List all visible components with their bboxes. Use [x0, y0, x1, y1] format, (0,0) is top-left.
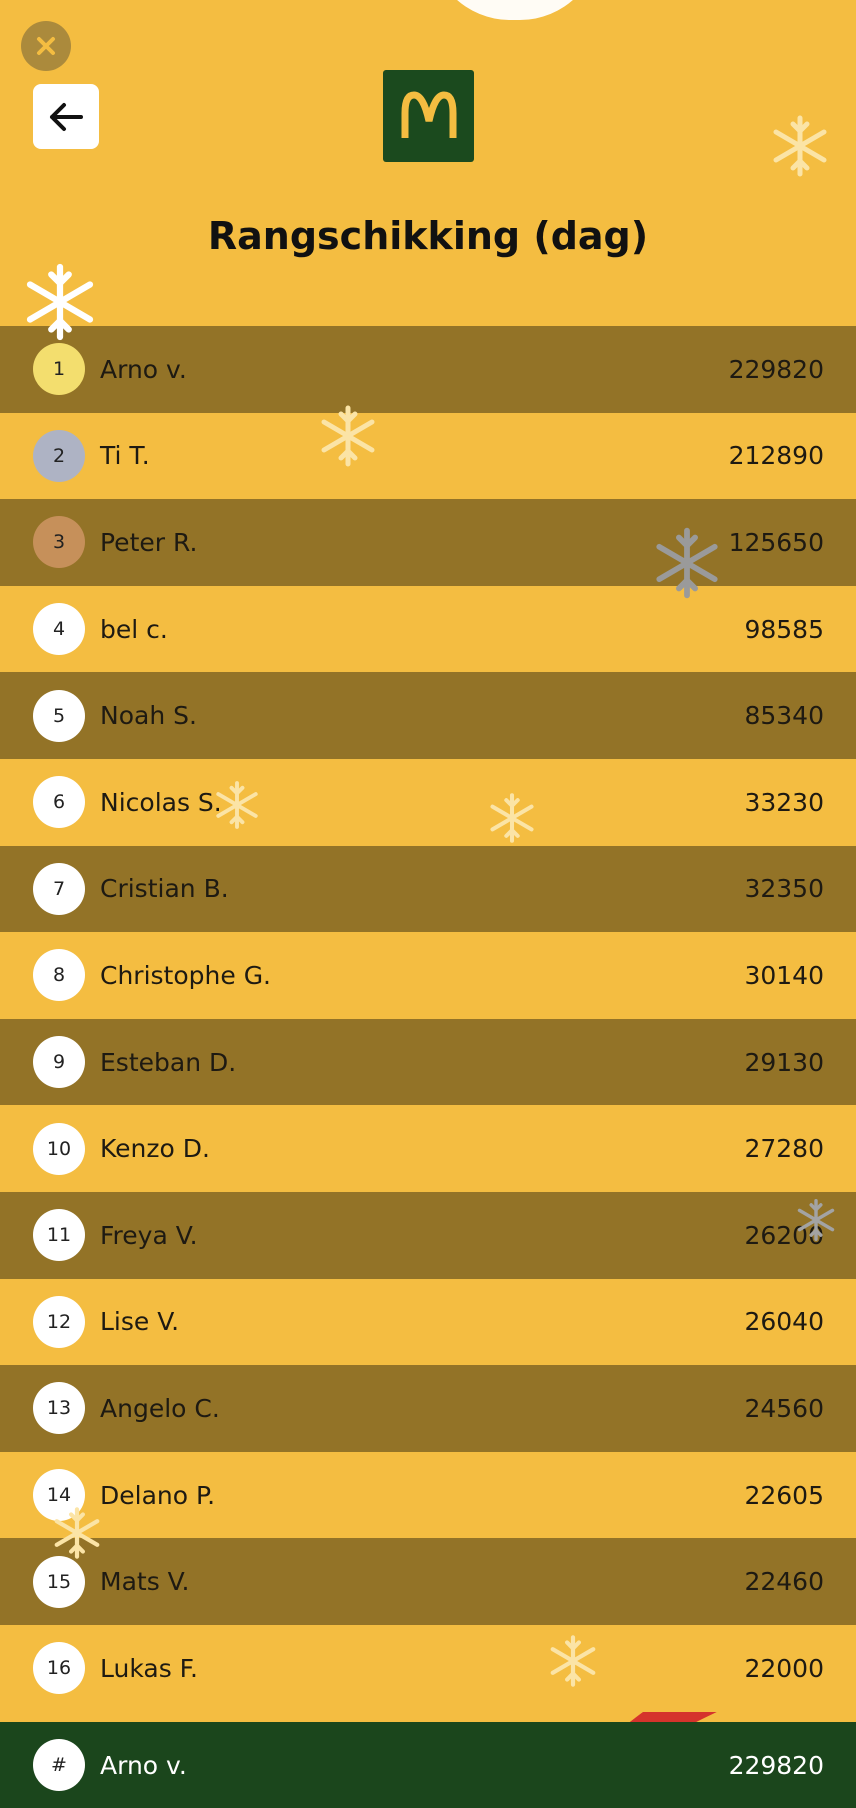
page-title: Rangschikking (dag): [207, 214, 649, 258]
player-score: 26040: [744, 1307, 824, 1337]
player-name: Freya V.: [100, 1220, 198, 1250]
player-score: 30140: [744, 960, 824, 990]
rank-badge: 4: [33, 603, 85, 656]
player-score: 85340: [744, 701, 824, 731]
leaderboard-row[interactable]: 16 Lukas F. 22000: [0, 1624, 856, 1712]
leaderboard-row[interactable]: 10 Kenzo D. 27280: [0, 1105, 856, 1192]
rank-badge: 7: [33, 862, 85, 915]
player-score: 212890: [728, 441, 824, 471]
rank-badge: 15: [33, 1555, 85, 1608]
rank-badge-silver: 2: [33, 429, 85, 482]
player-score: 22000: [744, 1653, 824, 1683]
rank-badge-current-user: #: [33, 1739, 85, 1791]
player-name: Ti T.: [100, 441, 150, 471]
player-name: Peter R.: [100, 527, 198, 557]
rank-badge: 9: [33, 1036, 85, 1089]
leaderboard-row[interactable]: 8 Christophe G. 30140: [0, 932, 856, 1019]
rank-badge: 10: [33, 1122, 85, 1175]
player-score: 125650: [728, 527, 824, 557]
leaderboard-row[interactable]: 5 Noah S. 85340: [0, 672, 856, 759]
player-score: 22460: [744, 1567, 824, 1597]
player-score: 32350: [744, 874, 824, 904]
current-user-row: # Arno v. 229820: [0, 1722, 856, 1808]
snowflake-icon: [773, 115, 827, 177]
player-name: Angelo C.: [100, 1393, 220, 1423]
current-user-name: Arno v.: [100, 1750, 187, 1780]
player-name: bel c.: [100, 614, 168, 644]
top-decoration: [430, 0, 600, 20]
player-score: 98585: [744, 614, 824, 644]
leaderboard-row[interactable]: 4 bel c. 98585: [0, 585, 856, 673]
rank-badge: 12: [33, 1295, 85, 1348]
leaderboard-row[interactable]: 7 Cristian B. 32350: [0, 845, 856, 933]
arrow-left-icon: [50, 102, 83, 131]
rank-badge: 6: [33, 776, 85, 829]
leaderboard-row[interactable]: 3 Peter R. 125650: [0, 499, 856, 586]
leaderboard-row[interactable]: 6 Nicolas S. 33230: [0, 758, 856, 846]
player-score: 24560: [744, 1393, 824, 1423]
player-name: Kenzo D.: [100, 1134, 210, 1164]
player-name: Esteban D.: [100, 1047, 237, 1077]
current-user-score: 229820: [728, 1750, 824, 1780]
player-score: 33230: [744, 787, 824, 817]
player-name: Cristian B.: [100, 874, 229, 904]
rank-badge: 8: [33, 949, 85, 1002]
player-name: Noah S.: [100, 701, 197, 731]
rank-badge: 13: [33, 1382, 85, 1435]
leaderboard-row[interactable]: 2 Ti T. 212890: [0, 412, 856, 500]
player-score: 22605: [744, 1480, 824, 1510]
rank-badge: 5: [33, 689, 85, 742]
player-name: Lukas F.: [100, 1653, 198, 1683]
rank-badge-bronze: 3: [33, 516, 85, 569]
rank-badge: 16: [33, 1642, 85, 1695]
leaderboard-row[interactable]: 12 Lise V. 26040: [0, 1278, 856, 1366]
player-name: Mats V.: [100, 1567, 190, 1597]
player-name: Christophe G.: [100, 960, 272, 990]
rank-badge: 11: [33, 1209, 85, 1262]
leaderboard-row[interactable]: 13 Angelo C. 24560: [0, 1365, 856, 1452]
mcdonalds-arches-icon: [401, 91, 456, 138]
player-score: 229820: [728, 354, 824, 384]
leaderboard-row[interactable]: 1 Arno v. 229820: [0, 326, 856, 413]
player-score: 29130: [744, 1047, 824, 1077]
rank-badge-gold: 1: [33, 343, 85, 396]
leaderboard-row[interactable]: 9 Esteban D. 29130: [0, 1018, 856, 1106]
player-name: Delano P.: [100, 1480, 216, 1510]
close-icon: [37, 37, 55, 55]
leaderboard-row[interactable]: 15 Mats V. 22460: [0, 1538, 856, 1625]
player-score: 26200: [744, 1220, 824, 1250]
leaderboard-row[interactable]: 14 Delano P. 22605: [0, 1451, 856, 1539]
leaderboard-list: 1 Arno v. 229820 2 Ti T. 212890 3 Peter …: [0, 326, 856, 1712]
close-button[interactable]: [21, 21, 71, 71]
mcdonalds-logo: [383, 70, 474, 162]
back-button[interactable]: [33, 84, 99, 149]
player-name: Nicolas S.: [100, 787, 222, 817]
rank-badge: 14: [33, 1469, 85, 1522]
leaderboard-row[interactable]: 11 Freya V. 26200: [0, 1191, 856, 1279]
player-name: Arno v.: [100, 354, 187, 384]
player-name: Lise V.: [100, 1307, 180, 1337]
player-score: 27280: [744, 1134, 824, 1164]
